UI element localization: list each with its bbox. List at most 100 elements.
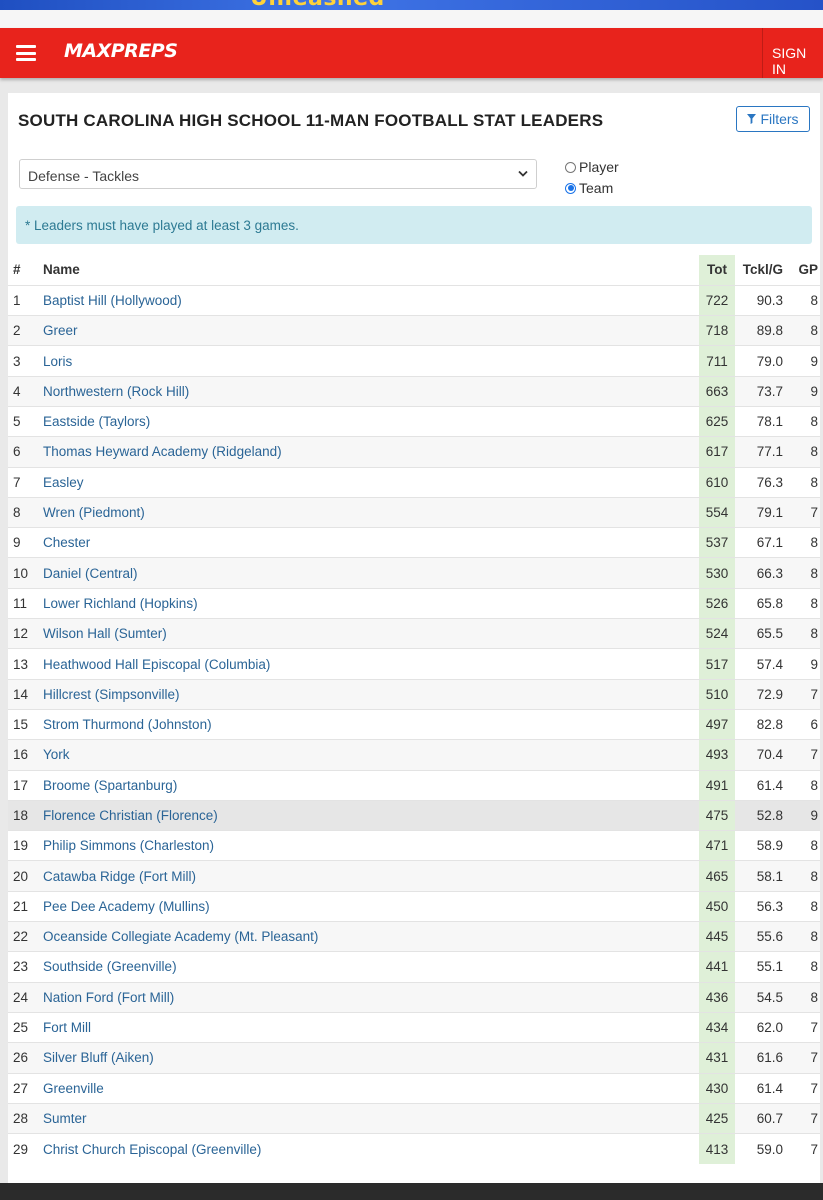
radio-player-circle[interactable] — [565, 161, 576, 173]
maxpreps-logo[interactable]: MAXPREPS — [64, 40, 178, 62]
filters-button[interactable]: Filters — [736, 106, 810, 132]
table-row[interactable]: 9 Chester 537 67.1 8 — [8, 527, 820, 558]
team-link[interactable]: Hillcrest (Simpsonville) — [43, 687, 180, 702]
team-link[interactable]: Philip Simmons (Charleston) — [43, 838, 214, 853]
team-name-cell: Loris — [35, 345, 699, 377]
rank-cell: 8 — [8, 496, 35, 528]
team-link[interactable]: Wren (Piedmont) — [43, 505, 145, 520]
table-row[interactable]: 7 Easley 610 76.3 8 — [8, 466, 820, 498]
table-row[interactable]: 18 Florence Christian (Florence) 475 52.8 9 — [8, 799, 820, 831]
team-link[interactable]: Nation Ford (Fort Mill) — [43, 990, 174, 1005]
tackles-per-game-cell: 77.1 — [735, 436, 789, 468]
rank-cell: 4 — [8, 375, 35, 407]
table-row[interactable]: 23 Southside (Greenville) 441 55.1 8 — [8, 951, 820, 983]
table-row[interactable]: 29 Christ Church Episcopal (Greenville) 41… — [8, 1133, 820, 1164]
team-link[interactable]: Broome (Spartanburg) — [43, 778, 177, 793]
team-link[interactable]: Heathwood Hall Episcopal (Columbia) — [43, 657, 270, 672]
team-link[interactable]: Northwestern (Rock Hill) — [43, 384, 189, 399]
team-link[interactable]: Southside (Greenville) — [43, 959, 177, 974]
table-row[interactable]: 28 Sumter 425 60.7 7 — [8, 1102, 820, 1134]
table-row[interactable]: 27 Greenville 430 61.4 7 — [8, 1072, 820, 1104]
header-gp[interactable]: GP — [789, 255, 820, 285]
total-tackles-cell: 711 — [699, 345, 735, 377]
table-row[interactable]: 8 Wren (Piedmont) 554 79.1 7 — [8, 496, 820, 528]
team-name-cell: Southside (Greenville) — [35, 951, 699, 983]
team-link[interactable]: Pee Dee Academy (Mullins) — [43, 899, 210, 914]
table-row[interactable]: 1 Baptist Hill (Hollywood) 722 90.3 8 — [8, 284, 820, 316]
radio-team-circle[interactable] — [565, 182, 576, 194]
team-name-cell: York — [35, 739, 699, 771]
team-link[interactable]: Lower Richland (Hopkins) — [43, 596, 198, 611]
team-link[interactable]: Eastside (Taylors) — [43, 414, 150, 429]
team-link[interactable]: Wilson Hall (Sumter) — [43, 626, 167, 641]
table-row[interactable]: 2 Greer 718 89.8 8 — [8, 315, 820, 346]
header-name[interactable]: Name — [35, 255, 699, 285]
table-row[interactable]: 22 Oceanside Collegiate Academy (Mt. Plea… — [8, 921, 820, 952]
tackles-per-game-cell: 82.8 — [735, 708, 789, 740]
team-link[interactable]: Strom Thurmond (Johnston) — [43, 717, 212, 732]
table-row[interactable]: 20 Catawba Ridge (Fort Mill) 465 58.1 8 — [8, 860, 820, 892]
table-row[interactable]: 6 Thomas Heyward Academy (Ridgeland) 617 77… — [8, 436, 820, 468]
table-row[interactable]: 17 Broome (Spartanburg) 491 61.4 8 — [8, 769, 820, 801]
team-link[interactable]: Loris — [43, 354, 72, 369]
team-link[interactable]: Greenville — [43, 1081, 104, 1096]
team-link[interactable]: York — [43, 747, 70, 762]
games-played-cell: 9 — [789, 375, 820, 407]
table-row[interactable]: 21 Pee Dee Academy (Mullins) 450 56.3 8 — [8, 890, 820, 922]
team-name-cell: Sumter — [35, 1102, 699, 1134]
header-tot[interactable]: Tot — [699, 255, 735, 286]
page-title: SOUTH CAROLINA HIGH SCHOOL 11-MAN FOOTBA… — [18, 111, 604, 130]
team-link[interactable]: Sumter — [43, 1111, 87, 1126]
table-row[interactable]: 19 Philip Simmons (Charleston) 471 58.9 8 — [8, 830, 820, 861]
table-row[interactable]: 4 Northwestern (Rock Hill) 663 73.7 9 — [8, 375, 820, 407]
table-row[interactable]: 3 Loris 711 79.0 9 — [8, 345, 820, 377]
team-link[interactable]: Catawba Ridge (Fort Mill) — [43, 869, 196, 884]
table-row[interactable]: 11 Lower Richland (Hopkins) 526 65.8 8 — [8, 587, 820, 619]
team-link[interactable]: Thomas Heyward Academy (Ridgeland) — [43, 444, 282, 459]
rank-cell: 7 — [8, 466, 35, 498]
total-tackles-cell: 475 — [699, 799, 735, 831]
team-name-cell: Fort Mill — [35, 1011, 699, 1043]
team-link[interactable]: Christ Church Episcopal (Greenville) — [43, 1142, 261, 1157]
header-rank[interactable]: # — [8, 255, 35, 285]
tackles-per-game-cell: 67.1 — [735, 527, 789, 558]
menu-icon[interactable] — [16, 45, 36, 61]
header-tackles-per-game[interactable]: Tckl/G — [735, 255, 789, 285]
games-played-cell: 6 — [789, 708, 820, 740]
table-row[interactable]: 13 Heathwood Hall Episcopal (Columbia) 517… — [8, 648, 820, 680]
total-tackles-cell: 617 — [699, 436, 735, 468]
team-link[interactable]: Greer — [43, 323, 78, 338]
radio-team[interactable]: Team — [565, 180, 613, 196]
radio-player[interactable]: Player — [565, 159, 619, 175]
team-name-cell: Daniel (Central) — [35, 557, 699, 589]
stat-category-select[interactable]: Defense - Tackles — [19, 159, 537, 189]
table-row[interactable]: 14 Hillcrest (Simpsonville) 510 72.9 7 — [8, 678, 820, 710]
sign-in-link[interactable]: SIGN IN — [772, 45, 823, 77]
team-name-cell: Christ Church Episcopal (Greenville) — [35, 1133, 699, 1164]
tackles-per-game-cell: 58.9 — [735, 830, 789, 861]
table-row[interactable]: 10 Daniel (Central) 530 66.3 8 — [8, 557, 820, 589]
ad-banner[interactable]: Unleashed — [0, 0, 823, 10]
radio-player-label: Player — [579, 159, 619, 175]
team-link[interactable]: Baptist Hill (Hollywood) — [43, 293, 182, 308]
table-row[interactable]: 25 Fort Mill 434 62.0 7 — [8, 1011, 820, 1043]
team-link[interactable]: Daniel (Central) — [43, 566, 138, 581]
rank-cell: 29 — [8, 1133, 35, 1164]
team-name-cell: Easley — [35, 466, 699, 498]
team-link[interactable]: Oceanside Collegiate Academy (Mt. Pleasa… — [43, 929, 318, 944]
team-link[interactable]: Easley — [43, 475, 84, 490]
rank-cell: 18 — [8, 799, 35, 831]
team-name-cell: Florence Christian (Florence) — [35, 799, 699, 831]
team-link[interactable]: Chester — [43, 535, 90, 550]
table-row[interactable]: 26 Silver Bluff (Aiken) 431 61.6 7 — [8, 1042, 820, 1074]
table-row[interactable]: 15 Strom Thurmond (Johnston) 497 82.8 6 — [8, 708, 820, 740]
team-link[interactable]: Florence Christian (Florence) — [43, 808, 218, 823]
team-link[interactable]: Silver Bluff (Aiken) — [43, 1050, 154, 1065]
total-tackles-cell: 524 — [699, 618, 735, 649]
team-name-cell: Wilson Hall (Sumter) — [35, 618, 699, 649]
team-link[interactable]: Fort Mill — [43, 1020, 91, 1035]
table-row[interactable]: 5 Eastside (Taylors) 625 78.1 8 — [8, 405, 820, 437]
table-row[interactable]: 16 York 493 70.4 7 — [8, 739, 820, 771]
table-row[interactable]: 24 Nation Ford (Fort Mill) 436 54.5 8 — [8, 981, 820, 1013]
table-row[interactable]: 12 Wilson Hall (Sumter) 524 65.5 8 — [8, 618, 820, 649]
